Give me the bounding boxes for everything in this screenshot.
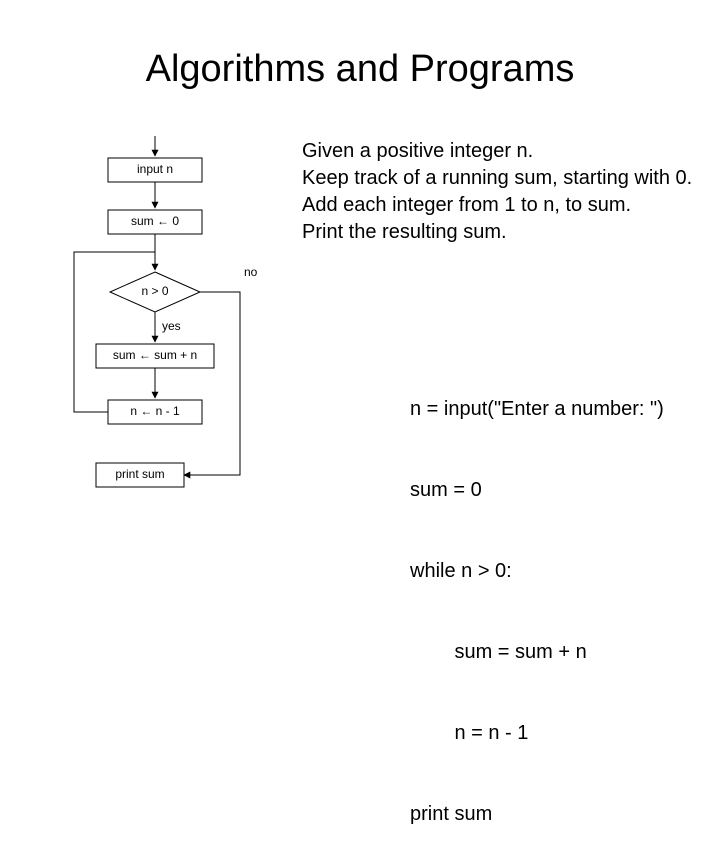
desc-line: Given a positive integer n. xyxy=(302,138,712,165)
flow-node-dec-label: n ← n - 1 xyxy=(130,404,180,418)
flow-node-condition-label: n > 0 xyxy=(141,284,168,298)
code-block: n = input("Enter a number: ") sum = 0 wh… xyxy=(410,342,664,855)
page-title: Algorithms and Programs xyxy=(0,48,720,91)
flow-edge-no: no xyxy=(244,265,258,279)
code-line: sum = 0 xyxy=(410,477,664,504)
flow-node-add-label: sum ← sum + n xyxy=(113,348,197,362)
code-line: n = input("Enter a number: ") xyxy=(410,396,664,423)
flow-node-print-label: print sum xyxy=(115,467,164,481)
code-line: while n > 0: xyxy=(410,558,664,585)
code-line: n = n - 1 xyxy=(410,720,664,747)
algorithm-description: Given a positive integer n. Keep track o… xyxy=(302,138,712,246)
desc-line: Print the resulting sum. xyxy=(302,219,712,246)
flow-node-input-label: input n xyxy=(137,162,173,176)
code-line: sum = sum + n xyxy=(410,639,664,666)
flow-edge-yes: yes xyxy=(162,319,181,333)
code-line: print sum xyxy=(410,801,664,828)
flow-node-init-label: sum ← 0 xyxy=(131,214,179,228)
flowchart: input n sum ← 0 n > 0 no yes sum ← sum +… xyxy=(40,130,300,530)
desc-line: Add each integer from 1 to n, to sum. xyxy=(302,192,712,219)
desc-line: Keep track of a running sum, starting wi… xyxy=(302,165,712,192)
